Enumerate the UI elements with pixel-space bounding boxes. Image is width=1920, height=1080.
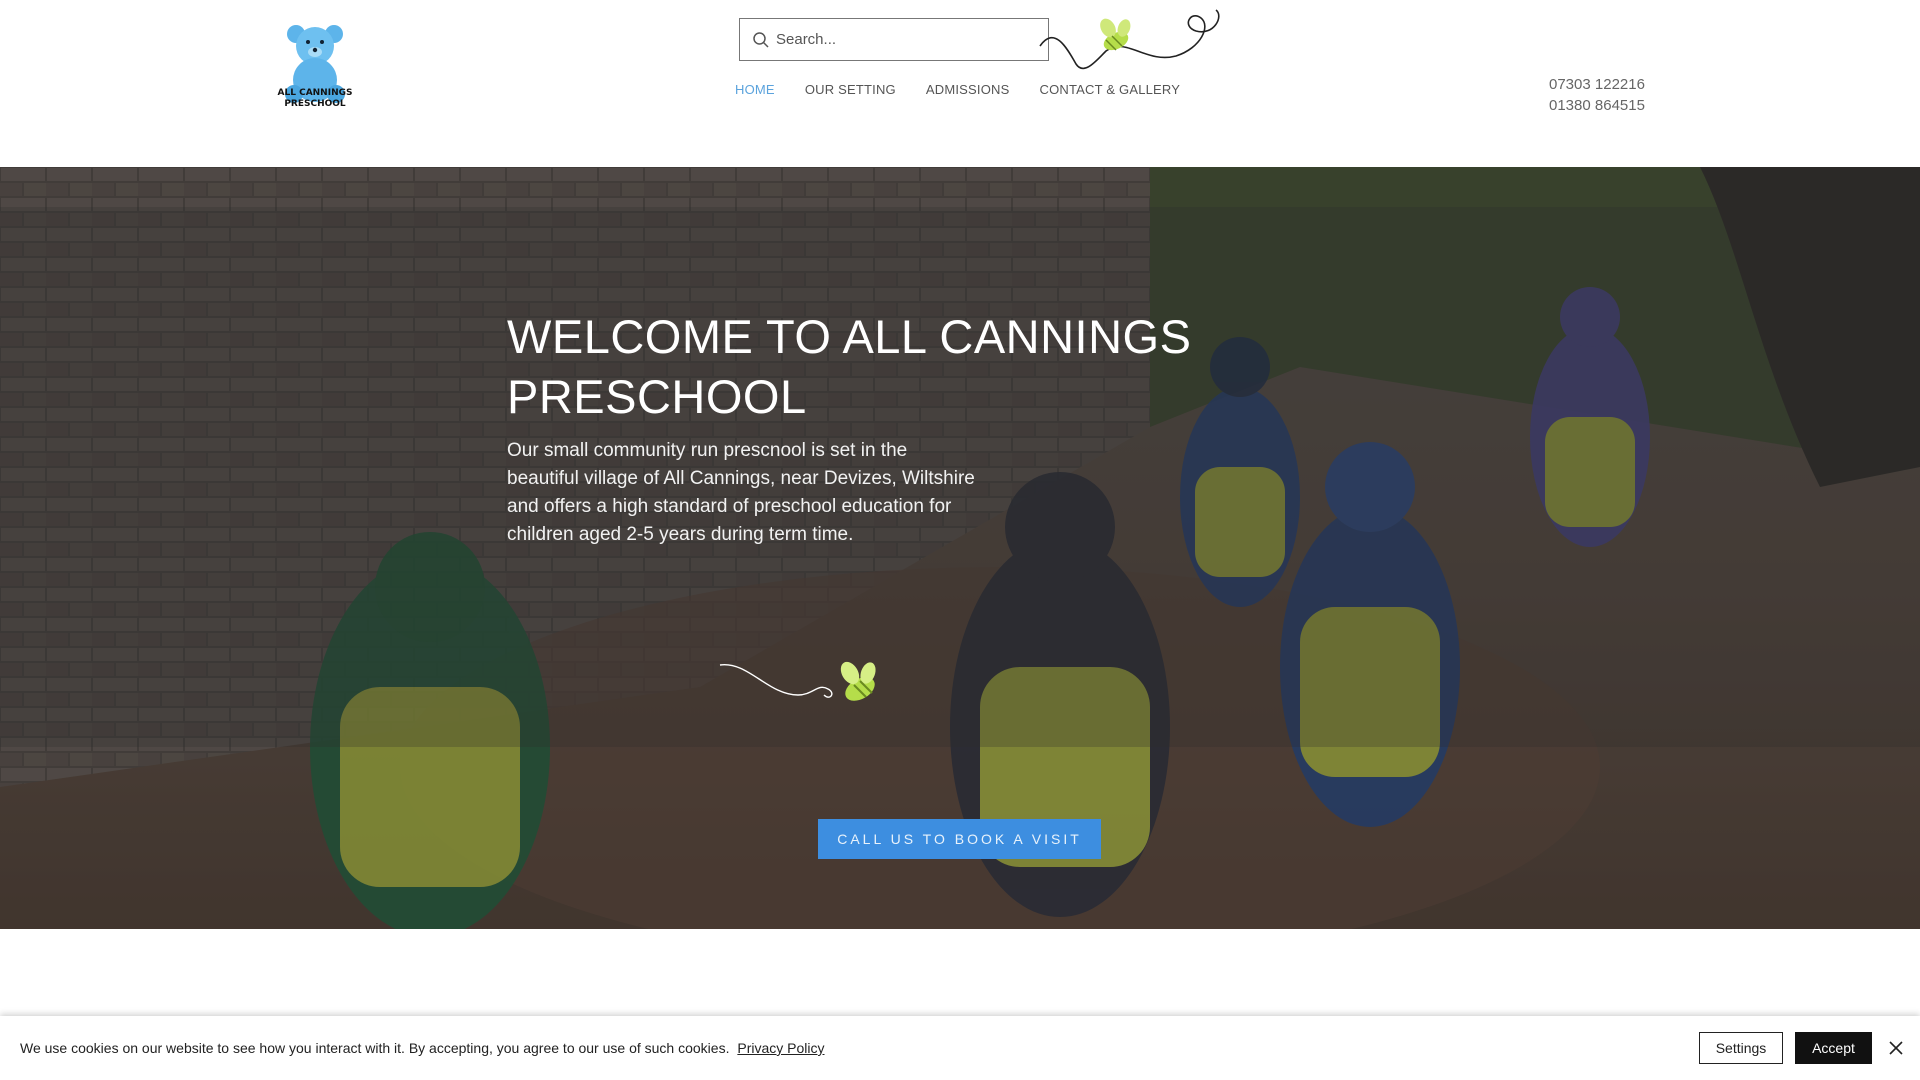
logo-text-line1: ALL CANNINGS bbox=[277, 88, 353, 98]
nav-home[interactable]: HOME bbox=[720, 80, 790, 100]
phone-numbers: 07303 122216 01380 864515 bbox=[1549, 74, 1645, 116]
search-input[interactable] bbox=[776, 19, 1038, 60]
privacy-policy-link[interactable]: Privacy Policy bbox=[737, 1040, 824, 1056]
hero-section: WELCOME TO ALL CANNINGS PRESCHOOL Our sm… bbox=[0, 167, 1920, 929]
hero-description: Our small community run prescnool is set… bbox=[507, 440, 975, 545]
nav-contact-gallery[interactable]: CONTACT & GALLERY bbox=[1024, 80, 1195, 100]
book-visit-button[interactable]: CALL US TO BOOK A VISIT bbox=[818, 819, 1101, 859]
logo-text: ALL CANNINGS PRESCHOOL bbox=[270, 88, 360, 110]
bee-icon bbox=[719, 661, 876, 701]
nav-our-setting[interactable]: OUR SETTING bbox=[790, 80, 911, 100]
cookie-accept-button[interactable]: Accept bbox=[1795, 1032, 1872, 1064]
search-box[interactable] bbox=[739, 18, 1049, 61]
hero-title: WELCOME TO ALL CANNINGS PRESCHOOL bbox=[507, 310, 1192, 423]
phone-number-2[interactable]: 01380 864515 bbox=[1549, 95, 1645, 116]
site-header: ALL CANNINGS PRESCHOOL HOME OUR SETTING … bbox=[0, 0, 1920, 167]
cookie-banner: We use cookies on our website to see how… bbox=[0, 1016, 1920, 1080]
close-icon[interactable] bbox=[1886, 1038, 1906, 1058]
phone-number-1[interactable]: 07303 122216 bbox=[1549, 74, 1645, 95]
main-nav: HOME OUR SETTING ADMISSIONS CONTACT & GA… bbox=[720, 80, 1195, 100]
logo-text-line2: PRESCHOOL bbox=[284, 99, 346, 109]
bee-icon bbox=[1039, 9, 1220, 70]
cookie-message: We use cookies on our website to see how… bbox=[20, 1040, 825, 1056]
cookie-message-text: We use cookies on our website to see how… bbox=[20, 1040, 730, 1056]
nav-admissions[interactable]: ADMISSIONS bbox=[911, 80, 1025, 100]
cookie-settings-button[interactable]: Settings bbox=[1699, 1032, 1783, 1064]
search-icon bbox=[753, 32, 769, 48]
